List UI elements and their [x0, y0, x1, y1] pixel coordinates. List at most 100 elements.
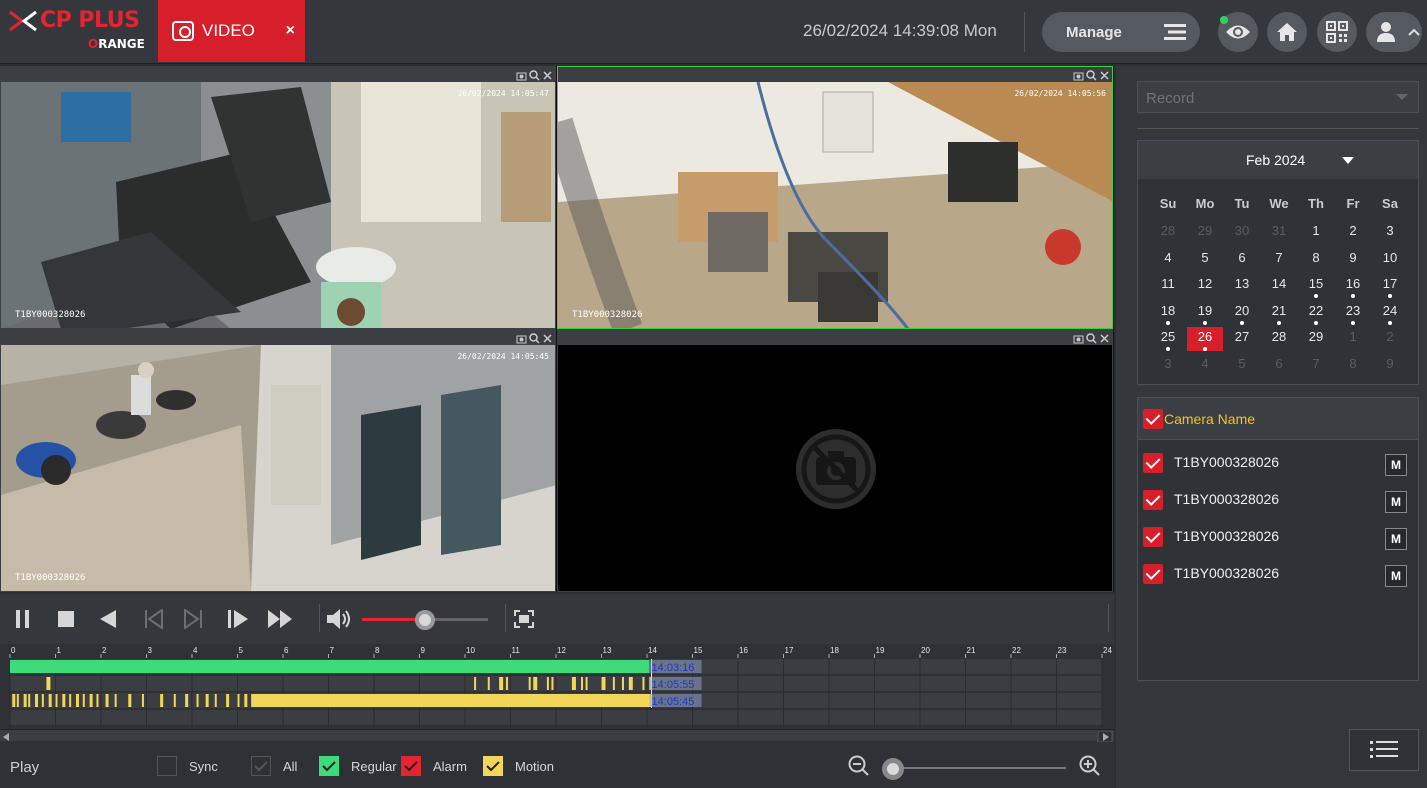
- calendar-day[interactable]: 5: [1187, 248, 1223, 272]
- camera-checkbox[interactable]: [1143, 490, 1163, 510]
- calendar-day[interactable]: 3: [1150, 354, 1186, 378]
- calendar-day[interactable]: 20: [1224, 301, 1260, 325]
- video-pane-1[interactable]: 26/02/2024 14:05:47 T1BY000328026: [0, 66, 556, 329]
- calendar-day[interactable]: 4: [1150, 248, 1186, 272]
- close-icon[interactable]: [542, 68, 553, 80]
- calendar-day[interactable]: 2: [1335, 221, 1371, 245]
- regular-filter-checkbox[interactable]: Regular: [319, 756, 397, 776]
- calendar-day[interactable]: 22: [1298, 301, 1334, 325]
- month-dropdown-icon[interactable]: [1342, 157, 1354, 164]
- calendar-day[interactable]: 19: [1187, 301, 1223, 325]
- calendar-day[interactable]: 18: [1150, 301, 1186, 325]
- volume-slider[interactable]: [362, 610, 488, 630]
- stop-button[interactable]: [53, 606, 79, 632]
- zoom-icon[interactable]: [1086, 68, 1097, 81]
- calendar-day[interactable]: 6: [1224, 248, 1260, 272]
- camera-m-button[interactable]: M: [1385, 454, 1407, 476]
- alarm-filter-checkbox[interactable]: Alarm: [401, 756, 467, 776]
- calendar-day[interactable]: 5: [1224, 354, 1260, 378]
- timeline-chart[interactable]: 0 1 2 3 4 5 6 7 8 9 10 11 12 13 14 15 16 17 18 19 20 21 22 23 24…: [0, 644, 1114, 730]
- calendar-day[interactable]: 4: [1187, 354, 1223, 378]
- calendar-day-selected[interactable]: 26: [1187, 327, 1223, 351]
- select-all-cameras-checkbox[interactable]: [1143, 409, 1163, 429]
- qr-code-button[interactable]: [1317, 12, 1357, 52]
- calendar-day[interactable]: 16: [1335, 274, 1371, 298]
- reverse-play-button[interactable]: [95, 606, 121, 632]
- all-checkbox-box[interactable]: [251, 756, 271, 776]
- zoom-out-icon[interactable]: [848, 755, 870, 777]
- calendar-day[interactable]: 1: [1335, 327, 1371, 351]
- snapshot-icon[interactable]: [1073, 68, 1084, 81]
- snapshot-icon[interactable]: [516, 68, 527, 81]
- timeline-zoom-handle[interactable]: [882, 758, 904, 780]
- zoom-icon[interactable]: [1086, 331, 1097, 344]
- file-list-button[interactable]: [1349, 729, 1419, 771]
- calendar-day[interactable]: 24: [1372, 301, 1408, 325]
- zoom-icon[interactable]: [529, 331, 540, 344]
- next-frame-button[interactable]: [181, 606, 207, 632]
- user-menu-button[interactable]: [1366, 12, 1422, 52]
- regular-checkbox-box[interactable]: [319, 756, 339, 776]
- alarm-checkbox-box[interactable]: [401, 756, 421, 776]
- video-pane-3[interactable]: 26/02/2024 14:05:45 T1BY000328026: [0, 329, 556, 592]
- close-icon[interactable]: [542, 331, 553, 343]
- calendar-day[interactable]: 14: [1261, 274, 1297, 298]
- camera-m-button[interactable]: M: [1385, 528, 1407, 550]
- motion-filter-checkbox[interactable]: Motion: [483, 756, 554, 776]
- calendar-day[interactable]: 12: [1187, 274, 1223, 298]
- calendar-day[interactable]: 15: [1298, 274, 1334, 298]
- calendar-day[interactable]: 29: [1298, 327, 1334, 351]
- calendar-day[interactable]: 25: [1150, 327, 1186, 351]
- manage-button[interactable]: Manage: [1042, 12, 1200, 52]
- calendar-month-label[interactable]: Feb 2024: [1246, 152, 1305, 168]
- calendar-day[interactable]: 3: [1372, 221, 1408, 245]
- calendar-day[interactable]: 17: [1372, 274, 1408, 298]
- close-tab-icon[interactable]: ×: [286, 22, 295, 40]
- camera-m-button[interactable]: M: [1385, 491, 1407, 513]
- volume-button[interactable]: [326, 606, 352, 632]
- sync-checkbox-box[interactable]: [157, 756, 177, 776]
- calendar-day[interactable]: 8: [1298, 248, 1334, 272]
- fullscreen-button[interactable]: [511, 606, 537, 632]
- calendar-day[interactable]: 13: [1224, 274, 1260, 298]
- timeline-scrollbar[interactable]: [0, 729, 1114, 743]
- calendar-day[interactable]: 7: [1298, 354, 1334, 378]
- camera-checkbox[interactable]: [1143, 453, 1163, 473]
- close-icon[interactable]: [1099, 331, 1110, 343]
- home-button[interactable]: [1267, 12, 1307, 52]
- calendar-day[interactable]: 28: [1261, 327, 1297, 351]
- calendar-day[interactable]: 28: [1150, 221, 1186, 245]
- slow-play-button[interactable]: [224, 606, 250, 632]
- calendar-day[interactable]: 23: [1335, 301, 1371, 325]
- camera-checkbox[interactable]: [1143, 564, 1163, 584]
- snapshot-icon[interactable]: [516, 331, 527, 344]
- all-checkbox[interactable]: All: [251, 756, 297, 776]
- zoom-in-icon[interactable]: [1079, 755, 1101, 777]
- calendar-day[interactable]: 1: [1298, 221, 1334, 245]
- camera-m-button[interactable]: M: [1385, 565, 1407, 587]
- calendar-day[interactable]: 21: [1261, 301, 1297, 325]
- close-icon[interactable]: [1099, 68, 1110, 80]
- calendar-day[interactable]: 11: [1150, 274, 1186, 298]
- calendar-day[interactable]: 10: [1372, 248, 1408, 272]
- sync-checkbox[interactable]: Sync: [157, 756, 218, 776]
- video-pane-4[interactable]: [557, 329, 1113, 592]
- record-type-select[interactable]: Record: [1137, 81, 1419, 113]
- snapshot-icon[interactable]: [1073, 331, 1084, 344]
- timeline-zoom-slider[interactable]: [884, 767, 1066, 769]
- camera-checkbox[interactable]: [1143, 527, 1163, 547]
- video-pane-2[interactable]: 26/02/2024 14:05:56 T1BY000328026: [557, 66, 1113, 329]
- volume-slider-handle[interactable]: [415, 610, 435, 630]
- calendar-day[interactable]: 2: [1372, 327, 1408, 351]
- video-tab[interactable]: VIDEO ×: [158, 0, 305, 62]
- calendar-day[interactable]: 31: [1261, 221, 1297, 245]
- zoom-icon[interactable]: [529, 68, 540, 81]
- calendar-day[interactable]: 9: [1372, 354, 1408, 378]
- motion-checkbox-box[interactable]: [483, 756, 503, 776]
- pause-button[interactable]: [10, 606, 36, 632]
- previous-frame-button[interactable]: [140, 606, 166, 632]
- recording-timeline[interactable]: 0 1 2 3 4 5 6 7 8 9 10 11 12 13 14 15 16 17 18 19 20 21 22 23 24…: [0, 644, 1114, 742]
- calendar-day[interactable]: 30: [1224, 221, 1260, 245]
- calendar-day[interactable]: 9: [1335, 248, 1371, 272]
- calendar-day[interactable]: 8: [1335, 354, 1371, 378]
